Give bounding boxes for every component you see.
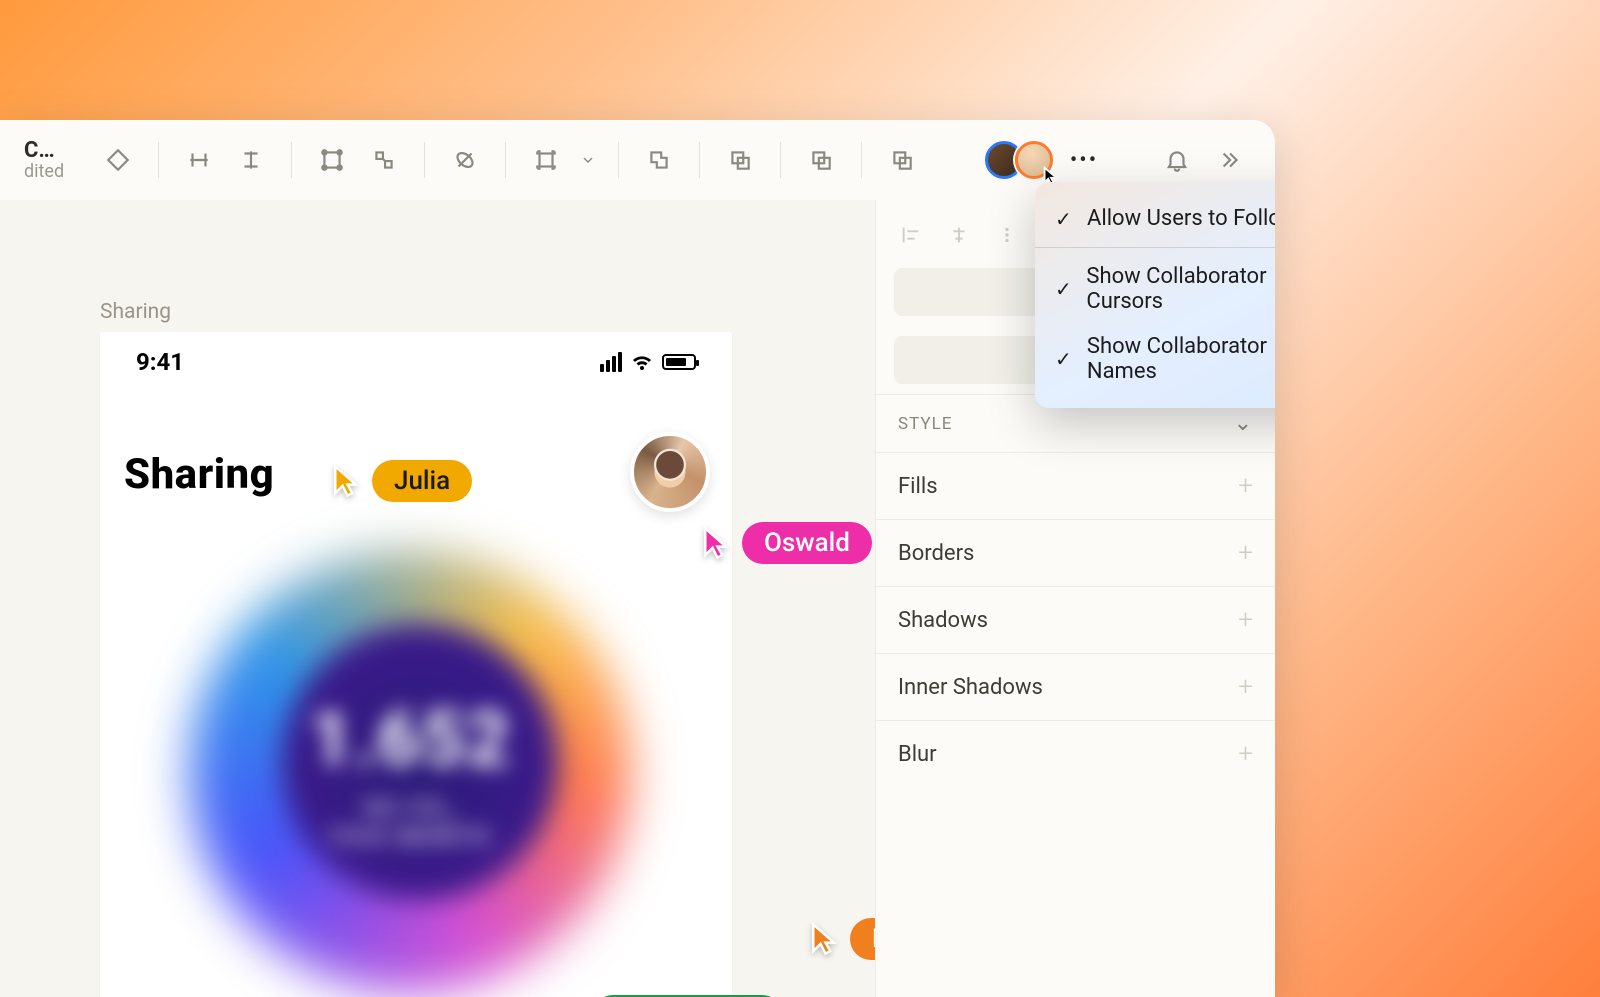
plus-icon[interactable]: + xyxy=(1238,739,1253,769)
align-distribute-vertical-icon[interactable] xyxy=(229,138,273,182)
signal-icon xyxy=(600,352,622,372)
check-icon: ✓ xyxy=(1055,207,1075,231)
document-subtitle: dited xyxy=(24,161,64,182)
separator xyxy=(780,142,781,178)
wifi-icon xyxy=(630,352,654,372)
profile-avatar xyxy=(630,432,710,512)
collaborator-cursor: Oswald xyxy=(700,522,872,564)
bell-icon[interactable] xyxy=(1155,138,1199,182)
style-row-borders[interactable]: Borders+ xyxy=(876,519,1275,586)
plus-icon[interactable]: + xyxy=(1238,672,1253,702)
separator xyxy=(291,142,292,178)
app-window: C… dited ••• Shari xyxy=(0,120,1275,997)
menu-item-allow-follow[interactable]: ✓Allow Users to Follow You xyxy=(1035,196,1275,241)
chevrons-right-icon[interactable] xyxy=(1207,138,1251,182)
document-title: C… xyxy=(24,138,64,163)
boolean-intersect-icon[interactable] xyxy=(799,138,843,182)
artboard[interactable]: 9:41 Sharing 1.652 KG CO₂ THIS MONTH xyxy=(100,332,732,997)
artboard-title: Sharing xyxy=(124,450,274,499)
collaborator-name: Oswald xyxy=(742,522,872,564)
collaborator-name: Julia xyxy=(372,460,472,502)
battery-icon xyxy=(662,354,696,370)
separator xyxy=(861,142,862,178)
document-title-block: C… dited xyxy=(24,138,64,182)
check-icon: ✓ xyxy=(1055,347,1075,371)
align-center-icon[interactable] xyxy=(942,218,976,252)
check-icon: ✓ xyxy=(1055,277,1074,301)
align-left-icon[interactable] xyxy=(894,218,928,252)
plus-icon[interactable]: + xyxy=(1238,471,1253,501)
collaborator-cursor: Julia xyxy=(330,460,472,502)
separator xyxy=(505,142,506,178)
canvas[interactable]: Sharing 9:41 Sharing 1.652 KG CO₂ THIS M… xyxy=(0,200,875,997)
separator xyxy=(158,142,159,178)
bounding-box-icon[interactable] xyxy=(310,138,354,182)
collaboration-menu: ✓Allow Users to Follow You ✓Show Collabo… xyxy=(1035,182,1275,408)
boolean-subtract-icon[interactable] xyxy=(718,138,762,182)
style-row-shadows[interactable]: Shadows+ xyxy=(876,586,1275,653)
separator xyxy=(699,142,700,178)
chevron-down-icon: ⌄ xyxy=(1234,411,1253,436)
style-row-inner-shadows[interactable]: Inner Shadows+ xyxy=(876,653,1275,720)
more-icon[interactable]: ••• xyxy=(1065,141,1103,179)
plus-icon[interactable]: + xyxy=(1238,538,1253,568)
mobile-status-bar: 9:41 xyxy=(100,348,732,376)
status-time: 9:41 xyxy=(136,348,184,376)
align-distribute-horizontal-icon[interactable] xyxy=(177,138,221,182)
selection-bounds-icon[interactable] xyxy=(524,138,568,182)
gradient-blob: 1.652 KG CO₂ THIS MONTH xyxy=(160,522,660,997)
style-row-fills[interactable]: Fills+ xyxy=(876,452,1275,519)
chevron-down-icon[interactable] xyxy=(576,138,600,182)
path-nodes-icon[interactable] xyxy=(362,138,406,182)
plus-icon[interactable]: + xyxy=(1238,605,1253,635)
shape-icon[interactable] xyxy=(96,138,140,182)
menu-item-show-names[interactable]: ✓Show Collaborator Names xyxy=(1035,324,1275,394)
boolean-union-icon[interactable] xyxy=(637,138,681,182)
boolean-difference-icon[interactable] xyxy=(880,138,924,182)
leaf-icon[interactable] xyxy=(443,138,487,182)
menu-item-show-cursors[interactable]: ✓Show Collaborator Cursors xyxy=(1035,254,1275,324)
separator xyxy=(424,142,425,178)
menu-separator xyxy=(1035,247,1275,248)
layer-label: Sharing xyxy=(100,300,171,324)
style-row-blur[interactable]: Blur+ xyxy=(876,720,1275,787)
more-vertical-icon[interactable] xyxy=(990,218,1024,252)
separator xyxy=(618,142,619,178)
